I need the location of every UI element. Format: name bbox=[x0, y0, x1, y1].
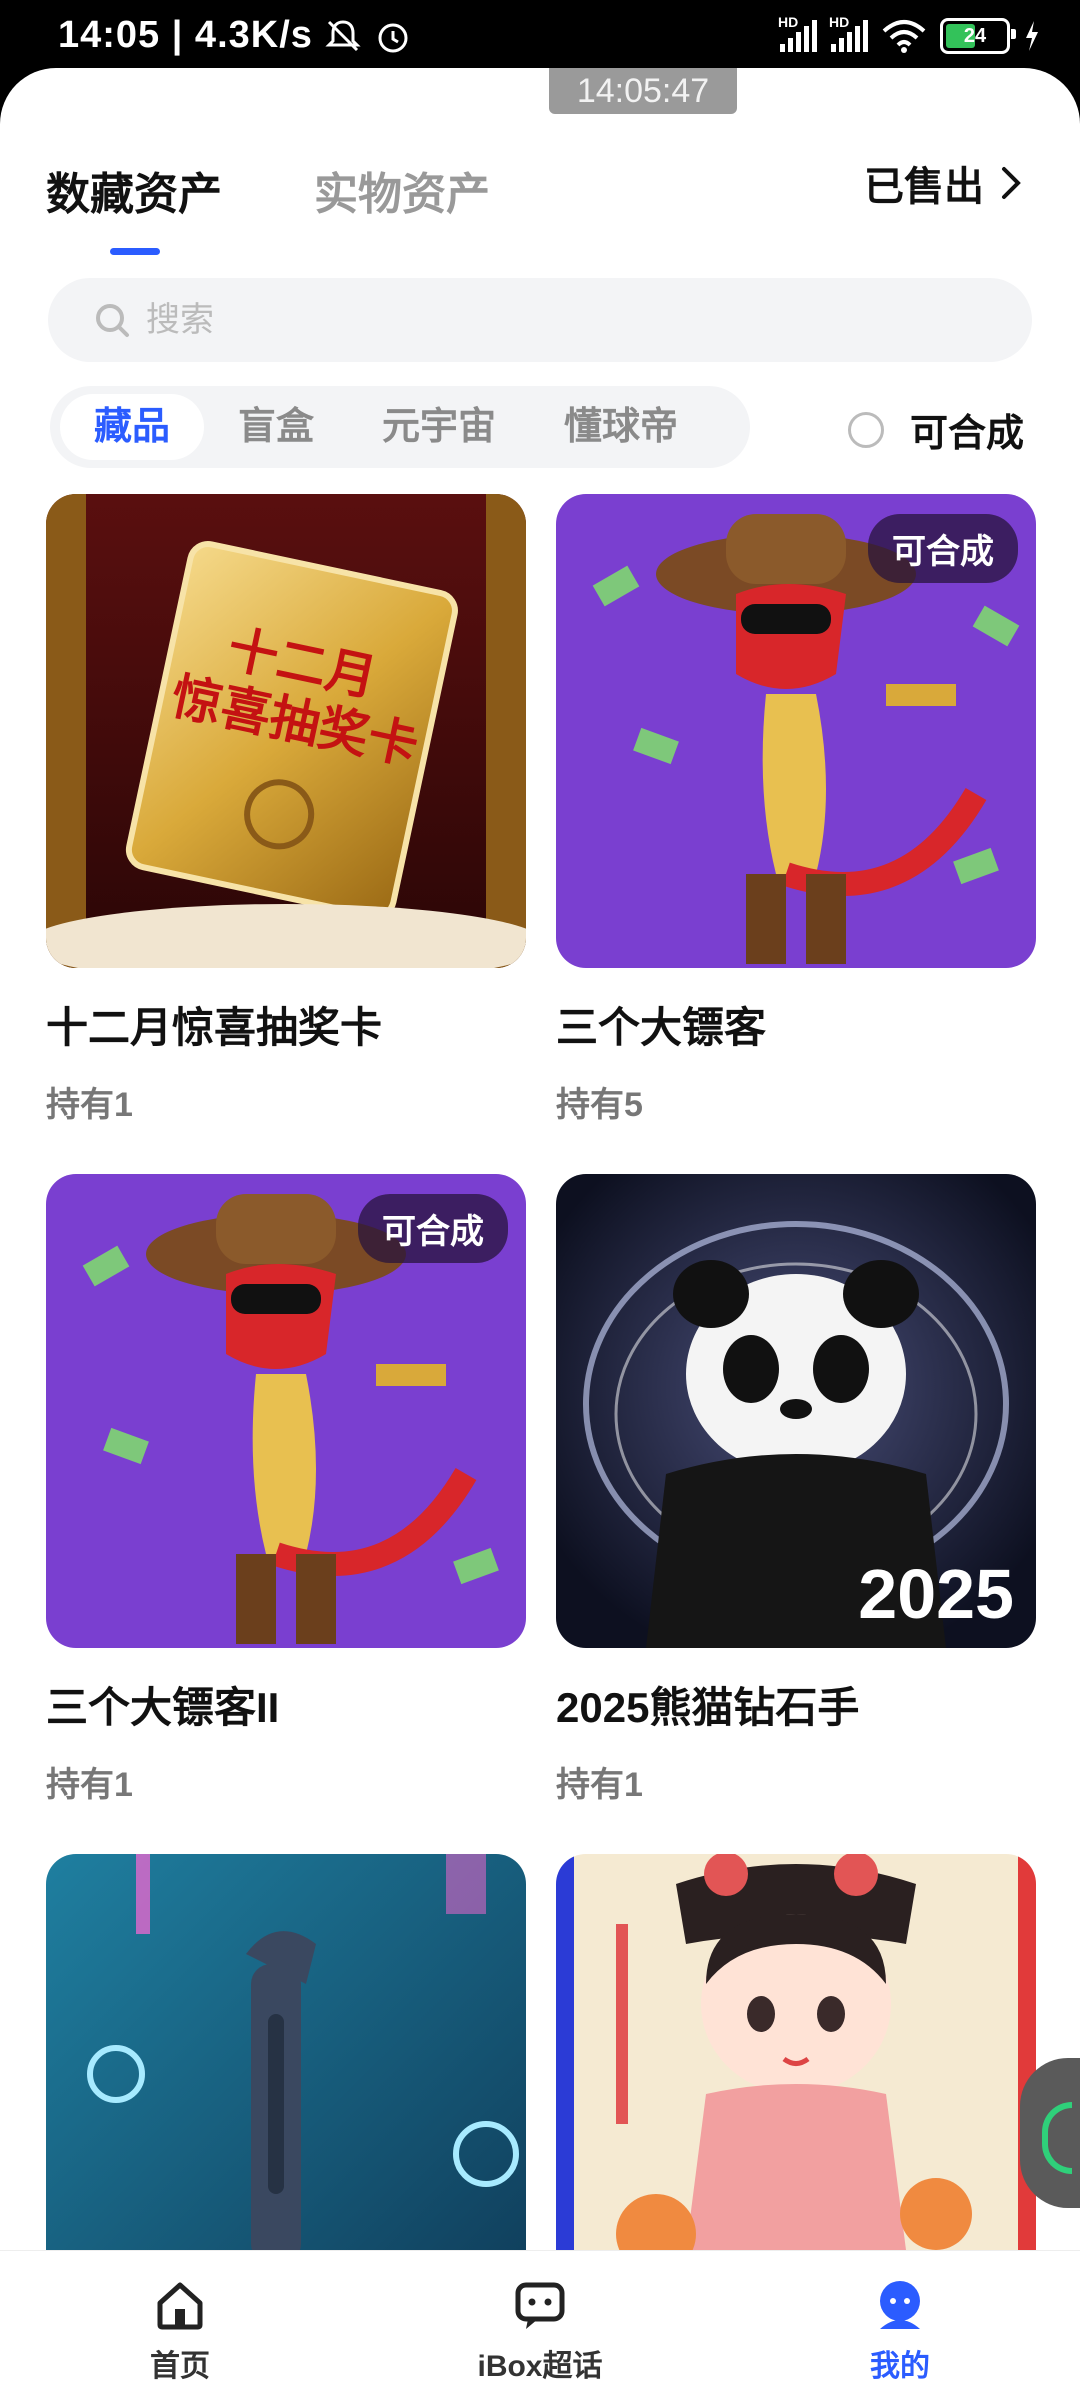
card-name: 三个大镖客 bbox=[556, 1004, 767, 1051]
time-overlay: 14:05:47 bbox=[549, 68, 737, 114]
card-holding: 持有1 bbox=[556, 1766, 643, 1804]
category-filter: 藏品 盲盒 元宇宙 懂球帝 bbox=[50, 386, 750, 468]
mute-notification-icon bbox=[325, 19, 361, 51]
category-collectibles[interactable]: 藏品 bbox=[60, 394, 205, 460]
synthesizable-filter[interactable]: 可合成 bbox=[847, 402, 1024, 457]
collection-card[interactable]: 可合成 三个大镖客 持有5 bbox=[556, 494, 1036, 1126]
card-image: 可合成 bbox=[46, 1174, 526, 1648]
status-time-speed: 14:05 | 4.3K/s bbox=[58, 14, 313, 56]
search-icon bbox=[96, 304, 129, 337]
card-name: 十二月惊喜抽奖卡 bbox=[46, 1004, 383, 1051]
asset-tabs: 数藏资产 实物资产 bbox=[46, 158, 490, 255]
battery-icon: 24 bbox=[940, 18, 1016, 54]
nav-ibox-topics[interactable]: iBox超话 bbox=[360, 2251, 720, 2401]
card-art-text: 2025 bbox=[858, 1555, 1014, 1633]
tab-physical-assets[interactable]: 实物资产 bbox=[314, 158, 490, 222]
category-blind-box[interactable]: 盲盒 bbox=[204, 394, 348, 460]
nav-mine[interactable]: 我的 bbox=[720, 2251, 1080, 2401]
nav-label: iBox超话 bbox=[477, 2350, 603, 2383]
floating-assistant-button[interactable] bbox=[1020, 2058, 1080, 2208]
status-left: 14:05 | 4.3K/s bbox=[58, 14, 413, 57]
card-image: 2025 bbox=[556, 1174, 1036, 1648]
sold-link[interactable]: 已售出 bbox=[864, 154, 1022, 212]
home-icon bbox=[157, 2282, 203, 2330]
collection-card[interactable]: 十二月 惊喜抽奖卡 十二月惊喜抽奖卡 持有1 bbox=[46, 494, 526, 1126]
hd-label: HD bbox=[829, 14, 850, 30]
bottom-nav: 首页 iBox超话 我的 bbox=[0, 2250, 1080, 2401]
hd-label: HD bbox=[778, 14, 799, 30]
assets-sheet: 14:05:47 数藏资产 实物资产 已售出 藏品 盲盒 元宇宙 懂球帝 可合成 bbox=[0, 68, 1080, 2400]
card-holding: 持有5 bbox=[556, 1086, 643, 1124]
card-name: 2025熊猫钻石手 bbox=[556, 1684, 860, 1731]
search-bar[interactable] bbox=[48, 278, 1032, 362]
signal-icon: HD bbox=[778, 14, 817, 52]
synthesizable-badge: 可合成 bbox=[358, 1194, 508, 1263]
profile-icon bbox=[880, 2281, 920, 2329]
card-holding: 持有1 bbox=[46, 1086, 133, 1124]
chevron-right-icon bbox=[1002, 167, 1021, 199]
collection-card[interactable]: 可合成 三个大镖客II 持有1 bbox=[46, 1174, 526, 1806]
signal-icon: HD bbox=[829, 14, 868, 52]
card-holding: 持有1 bbox=[46, 1766, 133, 1804]
card-image: 十二月 惊喜抽奖卡 bbox=[46, 494, 526, 968]
synthesizable-radio[interactable] bbox=[847, 411, 884, 448]
chat-icon bbox=[515, 2282, 565, 2329]
wifi-icon bbox=[882, 20, 926, 53]
tab-digital-assets[interactable]: 数藏资产 bbox=[46, 158, 222, 255]
category-metaverse[interactable]: 元宇宙 bbox=[348, 394, 530, 460]
card-name: 三个大镖客II bbox=[46, 1684, 280, 1731]
alarm-icon bbox=[378, 23, 408, 52]
status-right: HD HD 24 bbox=[778, 14, 1040, 54]
card-image: 可合成 bbox=[556, 494, 1036, 968]
category-dongqiudi[interactable]: 懂球帝 bbox=[530, 394, 712, 460]
search-input[interactable] bbox=[144, 299, 948, 341]
nav-label: 我的 bbox=[870, 2350, 930, 2383]
collection-card[interactable]: 2025 2025熊猫钻石手 持有1 bbox=[556, 1174, 1036, 1806]
synthesizable-label: 可合成 bbox=[909, 413, 1024, 455]
nav-label: 首页 bbox=[150, 2350, 210, 2383]
sold-label: 已售出 bbox=[864, 165, 984, 209]
nav-home[interactable]: 首页 bbox=[0, 2251, 360, 2401]
charging-icon bbox=[1026, 21, 1038, 51]
battery-level: 24 bbox=[963, 24, 987, 47]
synthesizable-badge: 可合成 bbox=[868, 514, 1018, 583]
